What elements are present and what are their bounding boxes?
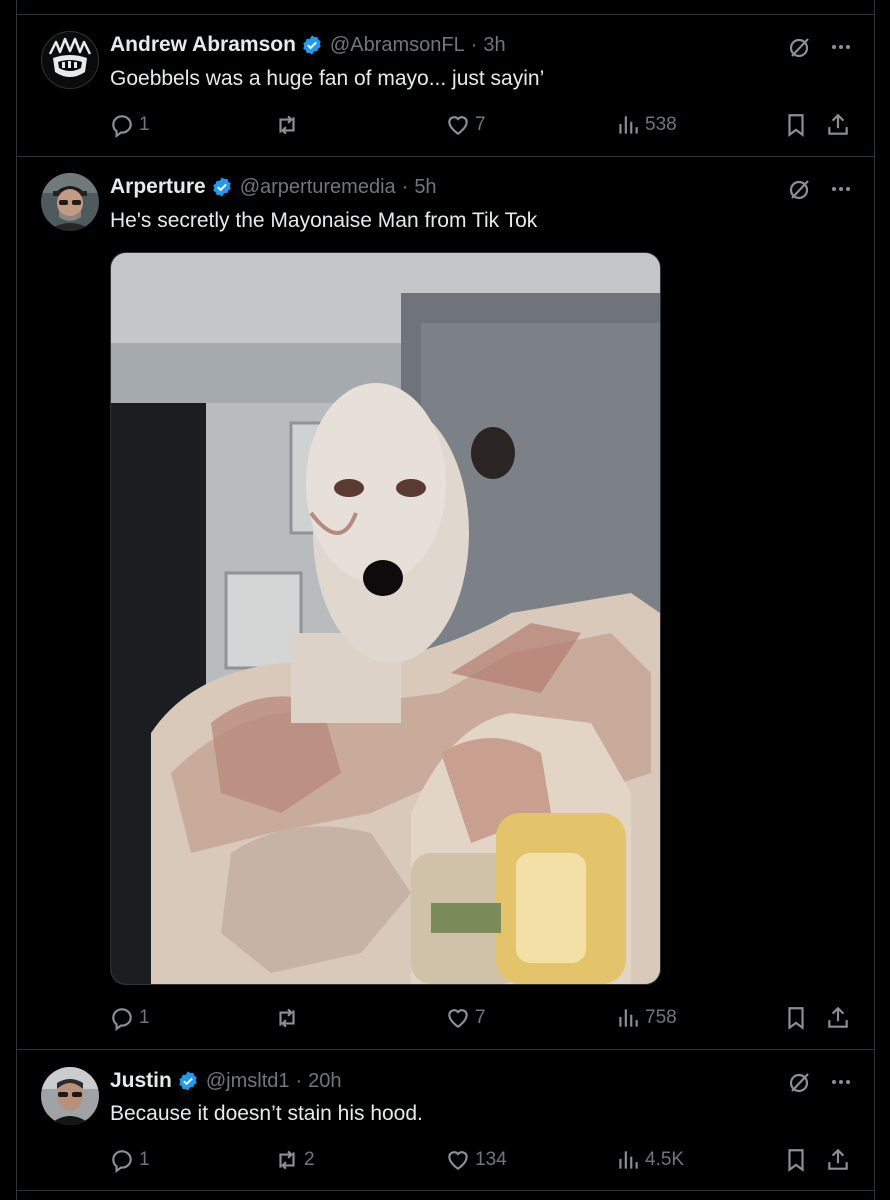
views-icon: [619, 1151, 638, 1169]
action-bar: 1 7 758: [17, 1003, 874, 1033]
handle[interactable]: @AbramsonFL: [330, 34, 465, 57]
grok-icon[interactable]: [788, 35, 812, 59]
divider: [16, 1190, 875, 1191]
bookmark-button[interactable]: [783, 1145, 809, 1175]
retweet-icon: [279, 115, 295, 135]
tweet-text: Goebbels was a huge fan of mayo... just …: [110, 67, 545, 90]
reply-count: 1: [139, 1007, 150, 1028]
more-options-icon[interactable]: [829, 1070, 853, 1094]
reply-button[interactable]: 1: [109, 1145, 150, 1175]
like-button[interactable]: 7: [445, 110, 486, 140]
share-button[interactable]: [825, 1145, 851, 1175]
heart-icon: [448, 116, 468, 135]
grok-icon[interactable]: [788, 177, 812, 201]
reply-icon: [112, 115, 132, 138]
more-options-icon[interactable]: [829, 177, 853, 201]
verified-badge-icon: [303, 35, 321, 55]
retweet-icon: [279, 1150, 295, 1170]
display-name[interactable]: Andrew Abramson: [110, 33, 296, 57]
views-icon: [619, 116, 638, 134]
retweet-button[interactable]: [274, 1003, 304, 1033]
verified-badge-icon: [179, 1071, 197, 1091]
like-count: 7: [475, 1007, 486, 1028]
share-icon: [828, 113, 848, 135]
action-bar: 1 2 134 4.5K: [17, 1145, 874, 1175]
grok-icon[interactable]: [788, 1070, 812, 1094]
separator: ·: [295, 1069, 303, 1092]
timeline-border-right: [874, 0, 875, 1200]
person-photo-avatar: [41, 1067, 99, 1125]
person-photo-avatar: [41, 173, 99, 231]
view-count: 538: [645, 114, 677, 135]
bookmark-button[interactable]: [783, 110, 809, 140]
timestamp[interactable]: 5h: [414, 176, 436, 199]
view-count: 4.5K: [645, 1149, 685, 1170]
ween-logo-avatar: [48, 37, 92, 77]
view-count: 758: [645, 1007, 677, 1028]
tweet-andrew-abramson[interactable]: Andrew Abramson @AbramsonFL · 3h Goebbel…: [17, 15, 874, 156]
bookmark-icon: [788, 1007, 804, 1030]
tweet-media-image[interactable]: [110, 252, 661, 985]
reply-icon: [112, 1008, 132, 1031]
views-button[interactable]: 758: [615, 1003, 677, 1033]
handle[interactable]: @jmsltd1: [206, 1070, 290, 1093]
share-button[interactable]: [825, 110, 851, 140]
tweet-text: He's secretly the Mayonaise Man from Tik…: [110, 209, 538, 232]
reply-button[interactable]: 1: [109, 1003, 150, 1033]
views-button[interactable]: 538: [615, 110, 677, 140]
action-bar: 1 7 538: [17, 110, 874, 140]
reply-icon: [112, 1150, 132, 1173]
views-icon: [619, 1009, 638, 1027]
timestamp[interactable]: 3h: [483, 34, 505, 57]
more-options-icon[interactable]: [829, 35, 853, 59]
share-icon: [828, 1006, 848, 1028]
display-name[interactable]: Justin: [110, 1069, 172, 1093]
bookmark-icon: [788, 1149, 804, 1172]
views-button[interactable]: 4.5K: [615, 1145, 684, 1175]
share-icon: [828, 1148, 848, 1170]
verified-badge-icon: [212, 177, 231, 197]
handle[interactable]: @arperturemedia: [240, 176, 396, 199]
mayonnaise-man-photo: [111, 253, 660, 984]
tweet-justin[interactable]: Justin @jmsltd1 · 20h Because it doesn’t…: [17, 1050, 874, 1190]
separator: ·: [401, 175, 409, 198]
avatar[interactable]: [41, 1067, 99, 1125]
tweet-text: Because it doesn’t stain his hood.: [110, 1102, 423, 1125]
reply-count: 1: [139, 1149, 150, 1170]
reply-button[interactable]: 1: [109, 110, 150, 140]
reply-count: 1: [139, 114, 150, 135]
share-button[interactable]: [825, 1003, 851, 1033]
like-button[interactable]: 134: [445, 1145, 507, 1175]
heart-icon: [448, 1009, 468, 1028]
timestamp[interactable]: 20h: [308, 1070, 341, 1093]
retweet-button[interactable]: [274, 110, 304, 140]
like-count: 134: [475, 1149, 507, 1170]
tweet-header: Justin @jmsltd1 · 20h: [110, 1066, 342, 1096]
heart-icon: [448, 1151, 468, 1170]
display-name[interactable]: Arperture: [110, 175, 206, 199]
tweet-header: Andrew Abramson @AbramsonFL · 3h: [110, 30, 506, 60]
like-count: 7: [475, 114, 486, 135]
avatar[interactable]: [41, 31, 99, 89]
retweet-count: 2: [304, 1149, 315, 1170]
separator: ·: [470, 33, 478, 56]
retweet-button[interactable]: 2: [274, 1145, 315, 1175]
like-button[interactable]: 7: [445, 1003, 486, 1033]
tweet-header: Arperture @arperturemedia · 5h: [110, 172, 437, 202]
bookmark-button[interactable]: [783, 1003, 809, 1033]
bookmark-icon: [788, 114, 804, 137]
avatar[interactable]: [41, 173, 99, 231]
retweet-icon: [279, 1008, 295, 1028]
tweet-arperture[interactable]: Arperture @arperturemedia · 5h He's secr…: [17, 157, 874, 1049]
